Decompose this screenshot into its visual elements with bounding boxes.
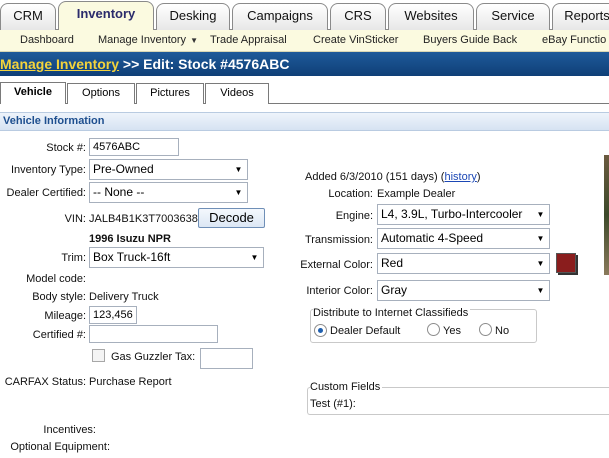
inventory-type-value: Pre-Owned <box>93 162 154 176</box>
tab-campaigns[interactable]: Campaigns <box>232 3 328 30</box>
sub-nav: Dashboard Manage Inventory ▼ Trade Apprai… <box>0 30 609 52</box>
mileage-input[interactable]: 123,456 <box>89 306 137 324</box>
subnav-create-vinsticker[interactable]: Create VinSticker <box>313 34 398 46</box>
transmission-value: Automatic 4-Speed <box>381 231 484 245</box>
added-info: Added 6/3/2010 (151 days) (history) <box>305 171 481 183</box>
vehicle-subtabs: Vehicle Options Pictures Videos <box>0 80 609 104</box>
chevron-down-icon: ▼ <box>246 248 263 267</box>
interior-color-label: Interior Color: <box>306 285 373 297</box>
dealer-certified-label: Dealer Certified: <box>6 187 86 199</box>
gas-guzzler-input[interactable] <box>200 348 253 369</box>
tab-pictures[interactable]: Pictures <box>136 83 204 104</box>
subnav-ebay-functions[interactable]: eBay Functio <box>542 34 606 46</box>
page-title-text: Edit: Stock #4576ABC <box>143 56 290 72</box>
gas-guzzler-label: Gas Guzzler Tax: <box>111 351 196 363</box>
interior-color-value: Gray <box>381 283 408 297</box>
page-title: Manage Inventory >> Edit: Stock #4576ABC <box>0 52 609 76</box>
radio-no-label: No <box>495 325 510 337</box>
chevron-down-icon: ▼ <box>230 183 247 202</box>
optional-equipment-label: Optional Equipment: <box>10 441 110 453</box>
chevron-down-icon: ▼ <box>532 205 549 224</box>
tab-desking[interactable]: Desking <box>156 3 230 30</box>
radio-dealer-default-label: Dealer Default <box>330 325 401 337</box>
tab-options[interactable]: Options <box>67 83 135 104</box>
vehicle-name: 1996 Isuzu NPR <box>89 233 171 245</box>
tab-videos[interactable]: Videos <box>205 83 269 104</box>
added-close: ) <box>476 171 481 183</box>
distribute-label: Distribute to Internet Classifieds <box>313 307 471 319</box>
chevron-down-icon: ▼ <box>532 229 549 248</box>
subnav-dashboard[interactable]: Dashboard <box>20 34 74 46</box>
transmission-label: Transmission: <box>304 234 373 246</box>
location-value: Example Dealer <box>377 188 456 200</box>
inventory-type-label: Inventory Type: <box>10 164 86 176</box>
external-color-swatch[interactable] <box>556 253 576 273</box>
vin-label: VIN: <box>64 213 86 225</box>
added-value: 6/3/2010 (151 days) ( <box>339 171 445 183</box>
tab-vehicle[interactable]: Vehicle <box>0 82 66 104</box>
engine-label: Engine: <box>335 210 373 222</box>
interior-color-select[interactable]: Gray ▼ <box>377 280 550 301</box>
radio-yes[interactable] <box>427 323 440 336</box>
external-color-label: External Color: <box>300 259 373 271</box>
incentives-label: Incentives: <box>43 424 96 436</box>
subnav-buyers-guide-back[interactable]: Buyers Guide Back <box>423 34 517 46</box>
carfax-status-label: CARFAX Status: <box>4 376 86 388</box>
dealer-certified-value: -- None -- <box>93 185 145 199</box>
section-vehicle-information: Vehicle Information <box>0 112 609 131</box>
chevron-down-icon: ▼ <box>532 254 549 273</box>
tab-crs[interactable]: CRS <box>330 3 386 30</box>
tab-inventory[interactable]: Inventory <box>58 1 154 31</box>
stock-label: Stock #: <box>46 142 86 154</box>
top-nav: CRM Inventory Desking Campaigns CRS Webs… <box>0 0 609 31</box>
body-style-label: Body style: <box>32 291 86 303</box>
vehicle-photo-thumbnail[interactable] <box>604 155 609 275</box>
trim-value: Box Truck-16ft <box>93 250 171 264</box>
custom-test-label: Test (#1): <box>310 398 356 410</box>
decode-button[interactable]: Decode <box>198 208 265 228</box>
radio-yes-label: Yes <box>443 325 461 337</box>
model-code-label: Model code: <box>26 273 86 285</box>
tab-crm[interactable]: CRM <box>0 3 56 30</box>
engine-select[interactable]: L4, 3.9L, Turbo-Intercooler ▼ <box>377 204 550 225</box>
stock-input[interactable]: 4576ABC <box>89 138 179 156</box>
carfax-status-value: Purchase Report <box>89 376 172 388</box>
body-style-value: Delivery Truck <box>89 291 159 303</box>
custom-fields-label: Custom Fields <box>310 381 383 393</box>
chevron-down-icon: ▼ <box>190 36 198 45</box>
radio-dealer-default[interactable] <box>314 324 327 337</box>
tab-service[interactable]: Service <box>476 3 550 30</box>
subnav-trade-appraisal[interactable]: Trade Appraisal <box>210 34 287 46</box>
breadcrumb-separator: >> <box>122 56 140 72</box>
chevron-down-icon: ▼ <box>230 160 247 179</box>
engine-value: L4, 3.9L, Turbo-Intercooler <box>381 207 523 221</box>
subnav-manage-inventory[interactable]: Manage Inventory ▼ <box>98 34 198 46</box>
added-label: Added <box>305 171 337 183</box>
dealer-certified-select[interactable]: -- None -- ▼ <box>89 182 248 203</box>
subnav-manage-inventory-label: Manage Inventory <box>98 34 187 46</box>
history-link[interactable]: history <box>444 171 476 183</box>
trim-label: Trim: <box>61 252 86 264</box>
certified-number-label: Certified #: <box>32 329 86 341</box>
tab-websites[interactable]: Websites <box>388 3 474 30</box>
inventory-type-select[interactable]: Pre-Owned ▼ <box>89 159 248 180</box>
mileage-label: Mileage: <box>44 310 86 322</box>
certified-number-input[interactable] <box>89 325 218 343</box>
trim-select[interactable]: Box Truck-16ft ▼ <box>89 247 264 268</box>
vin-value: JALB4B1K3T7003638 <box>89 213 198 225</box>
location-label: Location: <box>328 188 373 200</box>
breadcrumb-manage-inventory[interactable]: Manage Inventory <box>0 56 119 72</box>
external-color-select[interactable]: Red ▼ <box>377 253 550 274</box>
transmission-select[interactable]: Automatic 4-Speed ▼ <box>377 228 550 249</box>
chevron-down-icon: ▼ <box>532 281 549 300</box>
radio-no[interactable] <box>479 323 492 336</box>
gas-guzzler-checkbox[interactable] <box>92 349 105 362</box>
tab-reports[interactable]: Reports <box>552 3 609 30</box>
external-color-value: Red <box>381 256 404 270</box>
